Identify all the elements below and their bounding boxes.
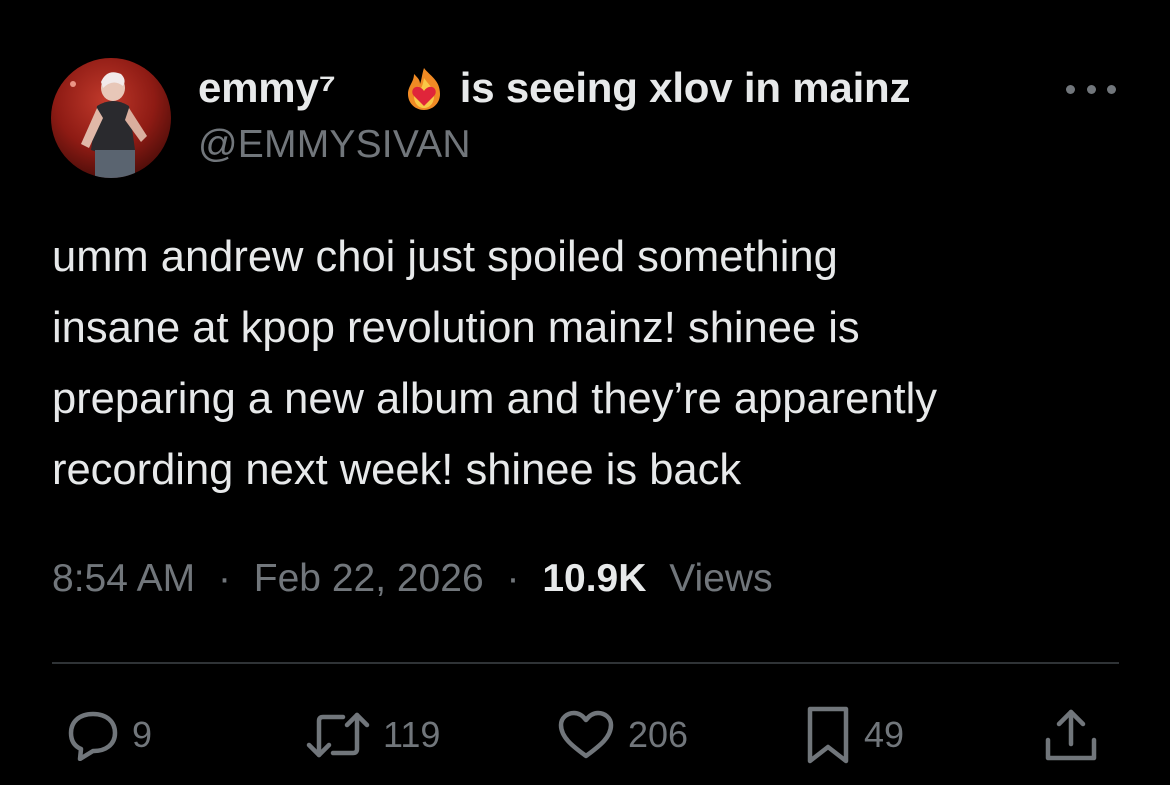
user-handle[interactable]: @EMMYSIVAN [198, 123, 471, 167]
heart-on-fire-icon [402, 66, 442, 110]
views-count: 10.9K [542, 557, 647, 600]
tweet-time[interactable]: 8:54 AM [52, 557, 195, 600]
share-icon [1042, 706, 1100, 764]
reply-icon [66, 709, 120, 761]
tweet-text-line: recording next week! shinee is back [52, 446, 742, 494]
status-text: is seeing xlov in mainz [459, 64, 911, 111]
like-count: 206 [628, 714, 689, 755]
heart-icon [556, 709, 616, 761]
tweet-text-line: preparing a new album and they’re appare… [52, 375, 938, 423]
more-dots-icon [1066, 84, 1075, 94]
more-dots-icon [1107, 84, 1116, 94]
tweet-text-line: umm andrew choi just spoiled something [52, 233, 838, 281]
name-row: emmy⁷ is seeing xlov in mainz [198, 62, 911, 114]
divider [52, 662, 1119, 664]
retweet-count: 119 [383, 714, 441, 755]
more-dots-icon [1086, 84, 1096, 94]
bookmark-count: 49 [864, 714, 905, 755]
reply-count: 9 [132, 714, 153, 755]
bookmark-button[interactable]: 49 [804, 705, 904, 765]
crescent-moon-icon [348, 66, 388, 110]
meta-separator: · [217, 557, 231, 600]
tweet-text-line: insane at kpop revolution mainz! shinee … [52, 304, 860, 352]
tweet-date[interactable]: Feb 22, 2026 [254, 557, 484, 600]
display-name[interactable]: emmy⁷ [198, 64, 336, 112]
bookmark-icon [804, 705, 852, 765]
retweet-icon [305, 709, 371, 761]
tweet-card: emmy⁷ is seeing xlov in mainz @EMMYSIVAN… [0, 0, 1170, 785]
share-button[interactable] [1042, 705, 1100, 765]
more-options-button[interactable] [1066, 74, 1116, 104]
meta-separator: · [506, 557, 520, 600]
reply-button[interactable]: 9 [66, 705, 152, 765]
tweet-text: umm andrew choi just spoiled something i… [52, 222, 1142, 506]
views-label: Views [669, 557, 773, 600]
like-button[interactable]: 206 [556, 705, 688, 765]
retweet-button[interactable]: 119 [305, 705, 440, 765]
tweet-meta: 8:54 AM · Feb 22, 2026 · 10.9K Views [52, 557, 773, 601]
avatar[interactable] [51, 58, 171, 178]
